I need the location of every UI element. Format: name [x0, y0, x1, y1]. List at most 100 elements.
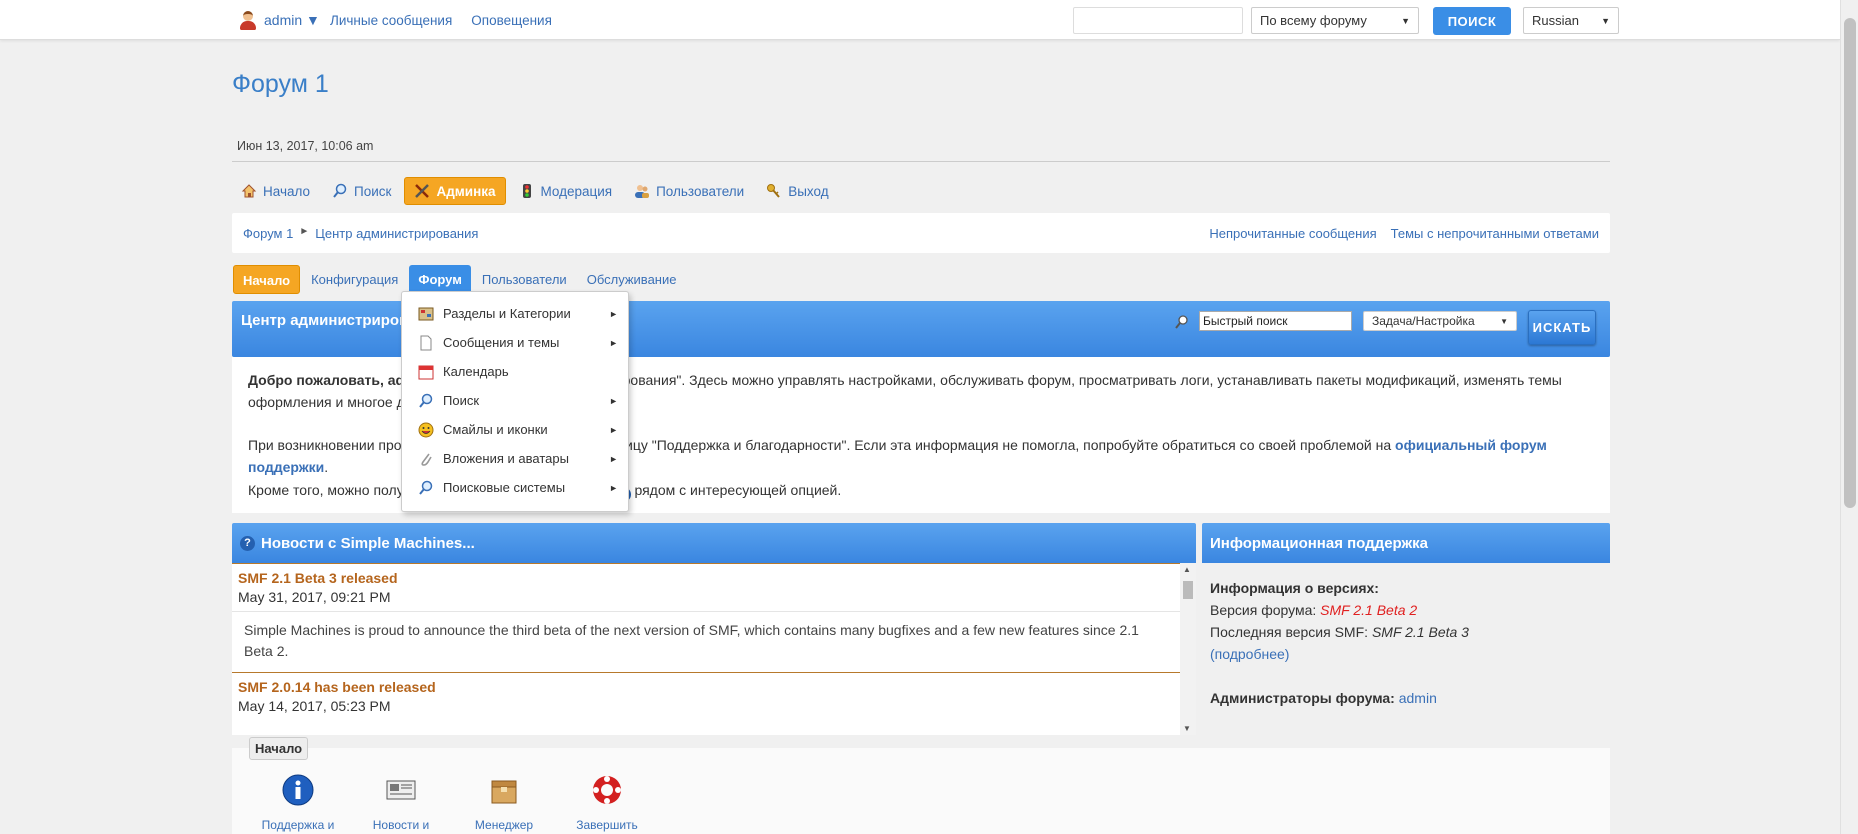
dd-search[interactable]: Поиск ► — [402, 386, 628, 415]
tab-maintenance[interactable]: Обслуживание — [578, 265, 686, 294]
help-icon[interactable]: ? — [240, 535, 255, 551]
submenu-arrow-icon: ► — [609, 308, 618, 319]
menu-search[interactable]: Поиск — [323, 177, 400, 205]
support-header: Информационная поддержка — [1202, 523, 1610, 563]
tab-members[interactable]: Пользователи — [473, 265, 576, 294]
search-icon — [333, 183, 347, 198]
dd-label: Разделы и Категории — [443, 306, 571, 321]
top-bar: admin ▼ Личные сообщения Оповещения По в… — [0, 0, 1840, 40]
search-engine-icon — [419, 480, 433, 495]
search-scope-value: По всему форуму — [1260, 13, 1367, 28]
support-body: Информация о версиях: Версия форума: SMF… — [1202, 563, 1610, 735]
quick-search-button[interactable]: ИСКАТЬ — [1528, 310, 1596, 345]
news-date: May 31, 2017, 09:21 PM — [238, 589, 391, 605]
dd-label: Поисковые системы — [443, 480, 566, 495]
versions-label: Информация о версиях: — [1210, 580, 1379, 596]
tab-start[interactable]: Начало — [233, 265, 301, 294]
dd-calendar[interactable]: Календарь — [402, 357, 628, 386]
search-button[interactable]: ПОИСК — [1433, 7, 1511, 35]
user-menu[interactable]: admin ▼ — [238, 10, 320, 30]
username-dropdown[interactable]: admin ▼ — [264, 12, 320, 28]
alerts-link[interactable]: Оповещения — [471, 13, 552, 28]
dd-smileys[interactable]: Смайлы и иконки ► — [402, 415, 628, 444]
scroll-up-icon[interactable]: ▲ — [1183, 565, 1191, 574]
key-icon — [767, 184, 780, 198]
lifebuoy-icon — [593, 776, 621, 804]
boards-icon — [418, 307, 434, 320]
traffic-light-icon — [522, 184, 531, 198]
newspaper-icon — [386, 780, 416, 800]
search-scope-select[interactable]: По всему форуму ▼ — [1251, 7, 1419, 34]
details-link[interactable]: (подробнее) — [1210, 646, 1289, 662]
info-icon — [282, 774, 314, 806]
breadcrumb-forum[interactable]: Форум 1 — [243, 226, 293, 241]
breadcrumb-admin-center[interactable]: Центр администрирования — [315, 226, 478, 241]
menu-logout-label: Выход — [788, 183, 829, 199]
page-scrollbar[interactable] — [1840, 0, 1858, 834]
also-text-end: рядом с интересующей опцией. — [630, 482, 842, 498]
news-panel: ? Новости с Simple Machines... SMF 2.1 B… — [232, 523, 1196, 735]
tab-config[interactable]: Конфигурация — [302, 265, 407, 294]
submenu-arrow-icon: ► — [609, 453, 618, 464]
news-date: May 14, 2017, 05:23 PM — [238, 698, 391, 714]
news-item: SMF 2.0.14 has been released May 14, 201… — [232, 672, 1196, 720]
dd-boards[interactable]: Разделы и Категории ► — [402, 299, 628, 328]
support-credits-shortcut[interactable]: Поддержка и благодарности — [248, 773, 348, 834]
shortcut-label: Завершить сессию — [576, 818, 638, 832]
menu-logout[interactable]: Выход — [757, 177, 837, 205]
dd-search-engines[interactable]: Поисковые системы ► — [402, 473, 628, 502]
dd-label: Вложения и аватары — [443, 451, 569, 466]
package-manager-shortcut[interactable]: Менеджер пакетов — [454, 773, 554, 834]
unread-replies-link[interactable]: Темы с непрочитанными ответами — [1391, 226, 1599, 241]
dd-attachments[interactable]: Вложения и аватары ► — [402, 444, 628, 473]
shortcut-label: Новости и рассылка — [372, 818, 430, 832]
search-input[interactable] — [1073, 7, 1243, 34]
language-select[interactable]: Russian ▼ — [1523, 7, 1619, 34]
news-scrollbar[interactable]: ▲ ▼ — [1180, 563, 1196, 735]
forum-title[interactable]: Форум 1 — [232, 70, 329, 99]
dd-label: Сообщения и темы — [443, 335, 560, 350]
end-session-shortcut[interactable]: Завершить сессию — [557, 773, 657, 834]
task-select-value: Задача/Настройка — [1372, 314, 1475, 328]
personal-messages-link[interactable]: Личные сообщения — [330, 13, 452, 28]
home-icon — [241, 184, 257, 198]
menu-admin-label: Админка — [436, 183, 496, 199]
quick-search-input[interactable]: Быстрый поиск — [1199, 311, 1352, 331]
start-section: Начало Поддержка и благодарности Новости… — [232, 737, 1610, 834]
tools-icon — [415, 184, 430, 198]
support-panel: Информационная поддержка Информация о ве… — [1202, 523, 1610, 735]
chevron-down-icon: ▼ — [1401, 15, 1410, 26]
news-list[interactable]: SMF 2.1 Beta 3 released May 31, 2017, 09… — [232, 563, 1196, 735]
start-legend: Начало — [249, 737, 309, 760]
scroll-down-icon[interactable]: ▼ — [1183, 724, 1191, 733]
menu-members[interactable]: Пользователи — [625, 177, 753, 205]
news-subject[interactable]: SMF 2.1 Beta 3 released — [232, 564, 1196, 586]
dd-label: Смайлы и иконки — [443, 422, 548, 437]
shortcut-label: Поддержка и благодарности — [261, 818, 335, 832]
breadcrumb-separator: ► — [299, 226, 310, 237]
admin-user-link[interactable]: admin — [1399, 690, 1437, 706]
menu-moderation-label: Модерация — [540, 183, 613, 199]
dd-posts[interactable]: Сообщения и темы ► — [402, 328, 628, 357]
unread-posts-link[interactable]: Непрочитанные сообщения — [1209, 226, 1376, 241]
tab-forum[interactable]: Форум — [409, 265, 471, 294]
dd-label: Календарь — [443, 364, 509, 379]
magnifier-icon — [1175, 315, 1188, 329]
menu-moderation[interactable]: Модерация — [510, 177, 622, 205]
support-title: Информационная поддержка — [1210, 534, 1428, 552]
forum-version: SMF 2.1 Beta 2 — [1320, 602, 1418, 618]
menu-home[interactable]: Начало — [232, 177, 319, 205]
help-text-end: . — [324, 458, 329, 475]
menu-home-label: Начало — [263, 183, 311, 199]
dd-label: Поиск — [443, 393, 480, 408]
package-icon — [491, 780, 517, 804]
task-select[interactable]: Задача/Настройка ▼ — [1363, 311, 1517, 331]
breadcrumb-bar: Форум 1 ► Центр администрирования Непроч… — [232, 213, 1610, 253]
news-subject[interactable]: SMF 2.0.14 has been released — [232, 673, 1196, 695]
news-newsletter-shortcut[interactable]: Новости и рассылка — [351, 773, 451, 834]
latest-version-label: Последняя версия SMF: — [1210, 624, 1372, 640]
shortcut-label: Менеджер пакетов — [474, 818, 534, 832]
menu-admin[interactable]: Админка — [404, 177, 506, 205]
submenu-arrow-icon: ► — [609, 395, 618, 406]
calendar-icon — [418, 365, 434, 379]
